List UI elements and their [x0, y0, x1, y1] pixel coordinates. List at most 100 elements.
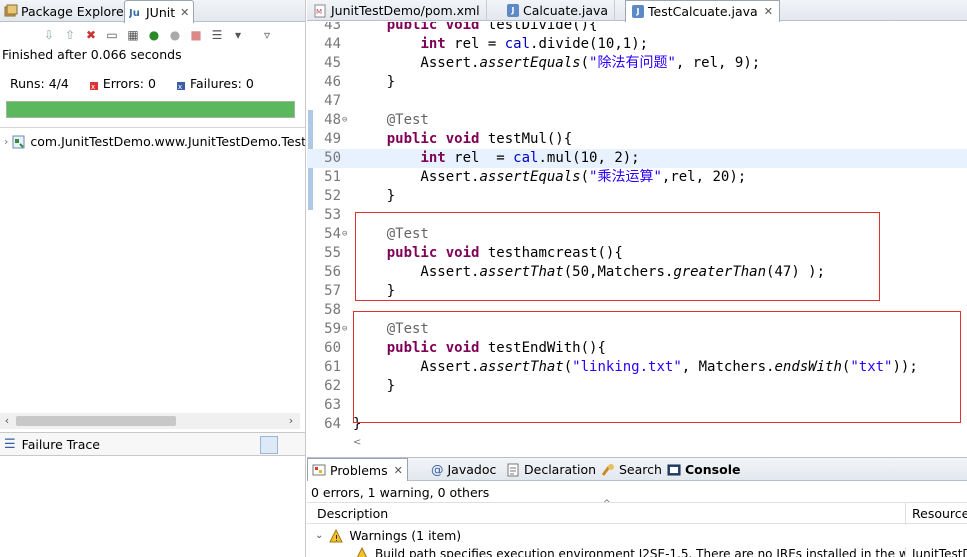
test-tree-label: com.JunitTestDemo.www.JunitTestDemo.Test [30, 134, 306, 149]
column-description[interactable]: Description [317, 506, 388, 521]
code-token: assertEquals [479, 169, 581, 185]
rerun-test-icon[interactable]: ● [145, 26, 163, 44]
next-failure-icon[interactable]: ⇩ [40, 26, 58, 44]
tab-label: JUnit [146, 4, 176, 20]
divider [0, 127, 305, 128]
svg-text:x: x [178, 83, 182, 91]
scrollbar-thumb[interactable] [16, 416, 176, 426]
failure-trace-label: Failure Trace [21, 436, 100, 452]
code-token: rel = [445, 36, 505, 52]
code-text: Assert.assertEquals("乘法运算",rel, 20); [353, 168, 746, 187]
close-icon[interactable]: ✕ [764, 5, 773, 18]
line-number: 44 [324, 36, 341, 52]
code-text: public void testDivide(){ [353, 22, 598, 35]
layout-icon[interactable]: ▦ [124, 26, 142, 44]
failures-label: Failures: [189, 76, 242, 91]
warnings-group-row[interactable]: ⌄ ! Warnings (1 item) [315, 528, 461, 543]
code-line[interactable]: 50 int rel = cal.mul(10, 2); [307, 149, 967, 168]
code-token: } [353, 188, 396, 204]
code-text: int rel = cal.mul(10, 2); [353, 149, 639, 168]
left-tab-bar: Package Explorer Ju JUnit ✕ [0, 0, 305, 23]
warning-resource: JunitTestDemo [905, 547, 967, 557]
code-line[interactable]: 46 } [307, 73, 967, 92]
fold-toggle-icon[interactable]: ⊖ [342, 320, 350, 339]
test-tree-item[interactable]: › com.JunitTestDemo.www.JunitTestDemo.Te… [4, 134, 306, 149]
fold-toggle-icon[interactable]: ⊖ [342, 225, 350, 244]
svg-text:!: ! [335, 534, 338, 543]
tab-console[interactable]: Console [663, 458, 744, 481]
tree-horizontal-scrollbar[interactable]: ‹ › [0, 413, 300, 429]
fold-toggle-icon[interactable]: ⊖ [342, 111, 350, 130]
package-explorer-icon [4, 4, 18, 18]
code-line[interactable]: 48 ⊖ @Test [307, 111, 967, 130]
code-line[interactable]: 43 public void testDivide(){ [307, 22, 967, 35]
code-token: } [353, 74, 396, 90]
stop-icon[interactable]: ■ [187, 26, 205, 44]
code-text: Assert.assertEquals("除法有问题", rel, 9); [353, 54, 760, 73]
compare-result-icon[interactable] [282, 436, 300, 454]
code-line[interactable]: 45 Assert.assertEquals("除法有问题", rel, 9); [307, 54, 967, 73]
failure-trace-tools [260, 436, 300, 454]
tab-calcuate-java[interactable]: J Calcuate.java [501, 0, 616, 21]
code-line[interactable]: 47 [307, 92, 967, 111]
line-number: 56 [324, 264, 341, 280]
warning-detail-row[interactable]: Build path specifies execution environme… [355, 547, 967, 557]
tab-package-explorer[interactable]: Package Explorer [0, 0, 133, 22]
scroll-left-icon[interactable]: ‹ [0, 413, 14, 429]
line-number: 50 [324, 150, 341, 166]
scroll-left-icon[interactable]: < [353, 437, 361, 448]
previous-failure-icon[interactable]: ⇧ [61, 26, 79, 44]
tab-label: Javadoc [447, 462, 497, 477]
code-line[interactable]: 49 public void testMul(){ [307, 130, 967, 149]
tab-label: TestCalcuate.java [648, 4, 758, 19]
line-number: 53 [324, 207, 341, 223]
line-number: 52 [324, 188, 341, 204]
scroll-lock-icon[interactable]: ▭ [103, 26, 121, 44]
junit-toolbar: ⇩ ⇧ ✖ ▭ ▦ ● ● ■ ☰ ▾ ▿ [40, 25, 276, 45]
chevron-down-icon[interactable]: ▾ [229, 26, 247, 44]
problems-view: Problems ✕ @ Javadoc Declaration Search [307, 457, 967, 557]
tab-label: Problems [330, 462, 388, 478]
rerun-failed-icon[interactable]: ● [166, 26, 184, 44]
line-number: 55 [324, 245, 341, 261]
code-line[interactable]: 52 } [307, 187, 967, 206]
highlight-box-testendwith [353, 311, 961, 423]
tab-search[interactable]: Search [597, 458, 666, 481]
code-line[interactable]: 51 Assert.assertEquals("乘法运算",rel, 20); [307, 168, 967, 187]
tab-problems[interactable]: Problems ✕ [307, 458, 408, 481]
code-token: , rel, 9); [675, 55, 761, 71]
tab-declaration[interactable]: Declaration [502, 458, 600, 481]
close-icon[interactable]: ✕ [394, 464, 403, 477]
chevron-down-icon[interactable]: ⌄ [315, 530, 323, 541]
warning-detail-text: Build path specifies execution environme… [375, 547, 967, 557]
test-progress-bar [6, 101, 295, 118]
tab-testcalcuate-java[interactable]: J TestCalcuate.java ✕ [625, 0, 780, 22]
history-icon[interactable]: ☰ [208, 26, 226, 44]
view-menu-icon[interactable]: ▿ [258, 26, 276, 44]
test-suite-icon [12, 135, 26, 149]
failures-value: 0 [245, 76, 254, 91]
tab-pom-xml[interactable]: M JunitTestDemo/pom.xml [307, 0, 487, 21]
tab-junit[interactable]: Ju JUnit ✕ [124, 0, 195, 23]
tab-javadoc[interactable]: @ Javadoc [427, 458, 500, 481]
failures-counter: x Failures: 0 [176, 76, 254, 91]
close-icon[interactable]: ✕ [180, 6, 189, 19]
line-number: 57 [324, 283, 341, 299]
highlight-box-testhamcreast [355, 212, 880, 301]
code-line[interactable]: 44 int rel = cal.divide(10,1); [307, 35, 967, 54]
warning-icon [355, 547, 369, 557]
column-resource[interactable]: Resource [905, 503, 967, 525]
line-number: 62 [324, 378, 341, 394]
chevron-right-icon[interactable]: › [4, 135, 8, 148]
editor-horizontal-scrollbar[interactable]: < [353, 434, 967, 448]
filter-stack-icon[interactable] [260, 436, 278, 454]
scroll-right-icon[interactable]: › [284, 413, 298, 429]
bottom-tab-bar: Problems ✕ @ Javadoc Declaration Search [307, 458, 967, 481]
code-text: public void testMul(){ [353, 130, 572, 149]
junit-view: Package Explorer Ju JUnit ✕ ⇩ ⇧ ✖ ▭ ▦ ● … [0, 0, 306, 557]
show-failures-only-icon[interactable]: ✖ [82, 26, 100, 44]
line-number: 51 [324, 169, 341, 185]
